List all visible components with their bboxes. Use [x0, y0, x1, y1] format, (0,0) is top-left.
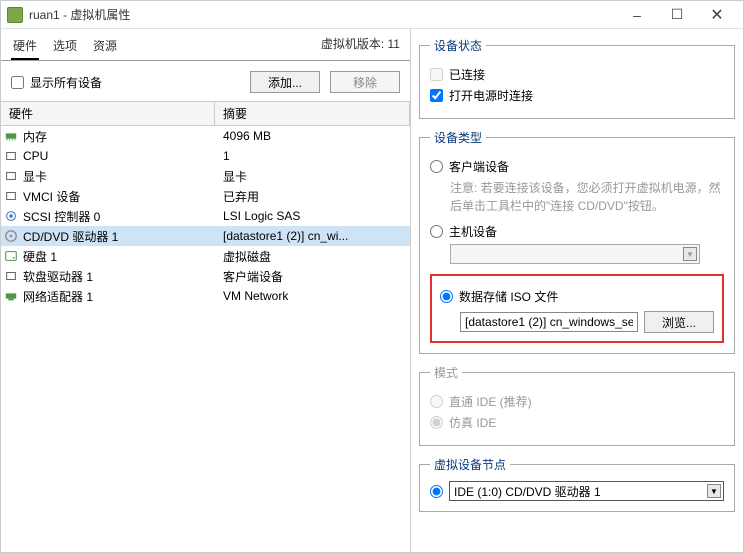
scsi-icon	[1, 209, 21, 223]
device-list-header: 硬件 摘要	[1, 101, 410, 126]
device-row[interactable]: 网络适配器 1VM Network	[1, 286, 410, 306]
chevron-down-icon: ▼	[683, 247, 697, 261]
device-summary: 客户端设备	[215, 268, 410, 285]
device-row[interactable]: 内存4096 MB	[1, 126, 410, 146]
add-button[interactable]: 添加...	[250, 71, 320, 93]
device-name: CD/DVD 驱动器 1	[21, 228, 215, 245]
device-summary: VM Network	[215, 289, 410, 303]
show-all-label: 显示所有设备	[30, 74, 102, 91]
cpu-icon	[1, 149, 21, 163]
device-summary: 虚拟磁盘	[215, 248, 410, 265]
device-name: 显卡	[21, 168, 215, 185]
connected-input	[430, 68, 443, 81]
client-note: 注意: 若要连接该设备，您必须打开虚拟机电源，然后单击工具栏中的"连接 CD/D…	[450, 179, 724, 215]
device-row[interactable]: VMCI 设备已弃用	[1, 186, 410, 206]
radio-iso-input[interactable]	[440, 290, 453, 303]
memory-icon	[1, 129, 21, 143]
col-hardware[interactable]: 硬件	[1, 102, 215, 125]
window-title: ruan1 - 虚拟机属性	[29, 6, 617, 23]
node-legend: 虚拟设备节点	[430, 456, 510, 473]
device-summary: 1	[215, 149, 410, 163]
device-name: 硬盘 1	[21, 248, 215, 265]
radio-client-input[interactable]	[430, 160, 443, 173]
device-summary: 已弃用	[215, 188, 410, 205]
device-row[interactable]: 软盘驱动器 1客户端设备	[1, 266, 410, 286]
device-name: 网络适配器 1	[21, 288, 215, 305]
device-summary: LSI Logic SAS	[215, 209, 410, 223]
device-status-group: 设备状态 已连接 打开电源时连接	[419, 37, 735, 119]
mode-legend: 模式	[430, 364, 462, 381]
status-legend: 设备状态	[430, 37, 486, 54]
radio-passthrough: 直通 IDE (推荐)	[430, 393, 724, 410]
device-row[interactable]: SCSI 控制器 0LSI Logic SAS	[1, 206, 410, 226]
device-row[interactable]: CD/DVD 驱动器 1[datastore1 (2)] cn_wi...	[1, 226, 410, 246]
device-name: SCSI 控制器 0	[21, 208, 215, 225]
show-all-devices-checkbox[interactable]: 显示所有设备	[11, 74, 102, 91]
minimize-button[interactable]: –	[617, 4, 657, 26]
cd-icon	[1, 229, 21, 243]
connected-checkbox[interactable]: 已连接	[430, 66, 724, 83]
device-row[interactable]: 显卡显卡	[1, 166, 410, 186]
tab-hardware[interactable]: 硬件	[11, 35, 39, 60]
radio-emulate: 仿真 IDE	[430, 414, 724, 431]
iso-highlight-box: 数据存储 ISO 文件 浏览...	[430, 274, 724, 343]
device-summary: 4096 MB	[215, 129, 410, 143]
nic-icon	[1, 289, 21, 303]
app-icon	[7, 7, 23, 23]
device-type-group: 设备类型 客户端设备 注意: 若要连接该设备，您必须打开虚拟机电源，然后单击工具…	[419, 129, 735, 354]
mode-group: 模式 直通 IDE (推荐) 仿真 IDE	[419, 364, 735, 446]
disk-icon	[1, 249, 21, 263]
floppy-icon	[1, 269, 21, 283]
video-icon	[1, 169, 21, 183]
iso-path-input[interactable]	[460, 312, 638, 332]
radio-host-input[interactable]	[430, 225, 443, 238]
vm-version-label: 虚拟机版本: 11	[321, 35, 400, 60]
poweron-checkbox[interactable]: 打开电源时连接	[430, 87, 724, 104]
browse-button[interactable]: 浏览...	[644, 311, 714, 333]
device-row[interactable]: 硬盘 1虚拟磁盘	[1, 246, 410, 266]
radio-passthrough-input	[430, 395, 443, 408]
device-list[interactable]: 内存4096 MBCPU1显卡显卡VMCI 设备已弃用SCSI 控制器 0LSI…	[1, 126, 410, 552]
vmci-icon	[1, 189, 21, 203]
radio-emulate-input	[430, 416, 443, 429]
poweron-input[interactable]	[430, 89, 443, 102]
device-row[interactable]: CPU1	[1, 146, 410, 166]
virtual-node-group: 虚拟设备节点 IDE (1:0) CD/DVD 驱动器 1 ▼	[419, 456, 735, 512]
device-name: VMCI 设备	[21, 188, 215, 205]
node-value: IDE (1:0) CD/DVD 驱动器 1	[454, 483, 601, 500]
maximize-button[interactable]: ☐	[657, 4, 697, 26]
host-device-select: ▼	[450, 244, 700, 264]
radio-iso-file[interactable]: 数据存储 ISO 文件	[440, 288, 714, 305]
type-legend: 设备类型	[430, 129, 486, 146]
tab-options[interactable]: 选项	[51, 35, 79, 60]
chevron-down-icon[interactable]: ▼	[707, 484, 721, 498]
show-all-checkbox-input[interactable]	[11, 76, 24, 89]
device-name: CPU	[21, 149, 215, 163]
col-summary[interactable]: 摘要	[215, 102, 410, 125]
device-name: 软盘驱动器 1	[21, 268, 215, 285]
close-button[interactable]: ✕	[697, 4, 737, 26]
device-name: 内存	[21, 128, 215, 145]
device-summary: 显卡	[215, 168, 410, 185]
node-radio[interactable]	[430, 485, 443, 498]
remove-button[interactable]: 移除	[330, 71, 400, 93]
tab-resources[interactable]: 资源	[91, 35, 119, 60]
radio-host-device[interactable]: 主机设备	[430, 223, 724, 240]
node-select[interactable]: IDE (1:0) CD/DVD 驱动器 1 ▼	[449, 481, 724, 501]
device-summary: [datastore1 (2)] cn_wi...	[215, 229, 410, 243]
radio-client-device[interactable]: 客户端设备	[430, 158, 724, 175]
